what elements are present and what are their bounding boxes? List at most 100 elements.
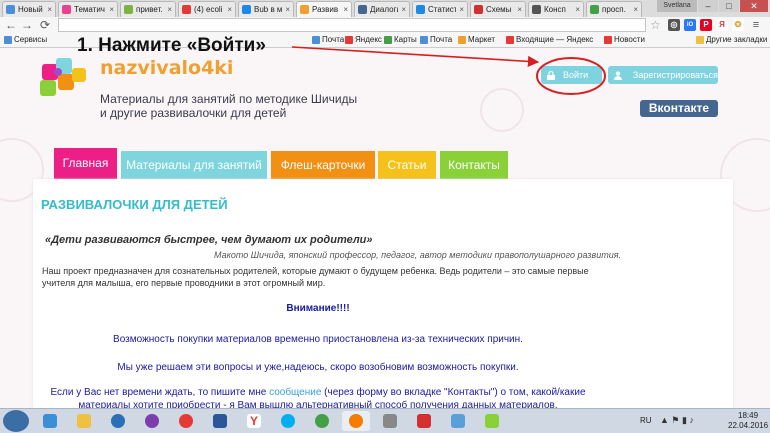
tagline-line: и другие развивалочки для детей — [100, 106, 287, 120]
tab-favicon-icon — [474, 5, 483, 14]
browser-tab-active[interactable]: Развив × — [296, 1, 352, 17]
folder-icon — [696, 35, 704, 44]
window-close-icon[interactable]: ✕ — [740, 0, 768, 12]
maximize-icon[interactable]: □ — [719, 0, 739, 12]
puzzle-logo-icon[interactable] — [38, 58, 104, 102]
content-title: РАЗВИВАЛОЧКИ ДЛЯ ДЕТЕЙ — [41, 197, 228, 212]
bookmark-item[interactable]: Сервисы — [4, 35, 47, 44]
tab-title: Диалоги — [370, 5, 399, 14]
bookmark-item[interactable]: Карты — [384, 35, 417, 44]
taskbar-app-tool[interactable] — [376, 411, 404, 431]
message-link[interactable]: сообщение — [269, 387, 321, 398]
taskbar-app-green[interactable] — [478, 411, 506, 431]
taskbar-app-explorer[interactable] — [70, 411, 98, 431]
tray-clock[interactable]: 18:49 22.04.2016 — [728, 411, 768, 431]
taskbar-app-word[interactable] — [206, 411, 234, 431]
taskbar-app-skype[interactable] — [274, 411, 302, 431]
nav-tab-home[interactable]: Главная — [54, 148, 117, 179]
close-icon[interactable]: × — [575, 5, 580, 14]
tab-favicon-icon — [6, 5, 15, 14]
browser-tab[interactable]: привет. × — [120, 1, 176, 17]
forward-icon[interactable]: → — [20, 19, 34, 32]
close-icon[interactable]: × — [227, 5, 232, 14]
user-badge[interactable]: Svetlana — [657, 0, 697, 12]
tool-icon — [383, 414, 397, 428]
tab-favicon-icon — [242, 5, 251, 14]
bookmark-item[interactable]: Яндекс — [345, 35, 382, 44]
back-icon[interactable]: ← — [4, 19, 18, 32]
taskbar-app-media[interactable] — [104, 411, 132, 431]
site-logo-text[interactable]: nazvivalo4ki — [100, 57, 233, 79]
nav-tab-contacts[interactable]: Контакты — [440, 151, 508, 179]
close-icon[interactable]: × — [401, 5, 406, 14]
close-icon[interactable]: × — [343, 5, 348, 14]
browser-tab[interactable]: Тематич × — [58, 1, 118, 17]
close-icon[interactable]: × — [109, 5, 114, 14]
background-decoration — [480, 88, 524, 132]
menu-icon[interactable]: ≡ — [750, 19, 762, 31]
bookmark-item[interactable]: Входящие — Яндекс — [506, 35, 593, 44]
pinterest-icon[interactable]: P — [700, 19, 712, 31]
extension-icon[interactable]: ◎ — [668, 19, 680, 31]
nav-tab-articles[interactable]: Статьи — [378, 151, 436, 179]
taskbar-app-img[interactable] — [410, 411, 438, 431]
tray-icons[interactable]: ▲ ⚑ ▮ ♪ — [660, 415, 694, 426]
nav-tab-flashcards[interactable]: Флеш-карточки — [271, 151, 375, 179]
star-icon[interactable]: ☆ — [650, 18, 661, 32]
taskbar-app-viber[interactable] — [138, 411, 166, 431]
extension-icon[interactable]: ✪ — [732, 19, 744, 31]
notice-paragraph: Мы уже решаем эти вопросы и уже,надеюсь,… — [117, 362, 519, 373]
intro-paragraph: Наш проект предназначен для сознательных… — [42, 266, 589, 288]
minimize-icon[interactable]: – — [698, 0, 718, 12]
extension-icon[interactable]: iO — [684, 19, 696, 31]
bookmark-label: Сервисы — [14, 35, 48, 44]
market-icon — [458, 35, 466, 44]
browser-tab[interactable]: Bub в мо× — [238, 1, 294, 17]
browser-tab[interactable]: просп. × — [586, 1, 642, 17]
close-icon[interactable]: × — [633, 5, 638, 14]
taskbar-app-paint[interactable] — [444, 411, 472, 431]
close-icon[interactable]: × — [167, 5, 172, 14]
taskbar-app-ie[interactable] — [36, 411, 64, 431]
close-icon[interactable]: × — [459, 5, 464, 14]
taskbar-app-chrome2[interactable] — [308, 411, 336, 431]
nav-tab-materials[interactable]: Материалы для занятий — [121, 151, 267, 179]
taskbar-app-yandex[interactable]: Y — [240, 411, 268, 431]
reload-icon[interactable]: ⟳ — [38, 19, 52, 32]
notice-paragraph: Возможность покупки материалов временно … — [113, 334, 523, 345]
browser-tab[interactable]: Статист × — [412, 1, 468, 17]
main-content: РАЗВИВАЛОЧКИ ДЛЯ ДЕТЕЙ «Дети развиваются… — [33, 179, 733, 408]
bookmark-item[interactable]: Почта — [312, 35, 344, 44]
register-button[interactable]: Зарегистрироваться — [608, 66, 718, 84]
tab-title: (4) ecoli — [194, 5, 223, 14]
tab-favicon-icon — [62, 5, 71, 14]
tray-language[interactable]: RU — [640, 416, 652, 425]
bookmark-item[interactable]: Маркет — [458, 35, 495, 44]
taskbar-app-firefox[interactable] — [342, 411, 370, 431]
bookmark-item[interactable]: Новости — [604, 35, 645, 44]
taskbar: Y RU ▲ ⚑ ▮ ♪ 18:49 22.04.2016 — [0, 408, 770, 433]
tab-title: Статист — [428, 5, 457, 14]
close-icon[interactable]: × — [517, 5, 522, 14]
taskbar-app-chrome[interactable] — [172, 411, 200, 431]
apps-icon — [4, 35, 12, 44]
bookmark-item[interactable]: Другие закладки — [696, 35, 767, 44]
clock-date: 22.04.2016 — [728, 421, 769, 430]
browser-tab[interactable]: Консп × — [528, 1, 584, 17]
folder-icon — [77, 414, 91, 428]
start-button[interactable] — [3, 410, 29, 432]
yandex-icon[interactable]: Я — [716, 19, 728, 31]
close-icon[interactable]: × — [47, 5, 52, 14]
yandex-icon — [345, 35, 353, 44]
inbox-icon — [506, 35, 514, 44]
browser-tab[interactable]: Новый × — [2, 1, 56, 17]
user-icon — [614, 70, 622, 80]
bookmark-item[interactable]: Почта — [420, 35, 452, 44]
login-button[interactable]: Войти — [541, 66, 602, 84]
browser-tab[interactable]: Схемы × — [470, 1, 526, 17]
vk-button[interactable]: Вконтакте — [640, 100, 718, 117]
close-icon[interactable]: × — [285, 5, 290, 14]
browser-tab[interactable]: Диалоги × — [354, 1, 410, 17]
browser-tab[interactable]: (4) ecoli × — [178, 1, 236, 17]
address-bar[interactable] — [58, 18, 646, 32]
